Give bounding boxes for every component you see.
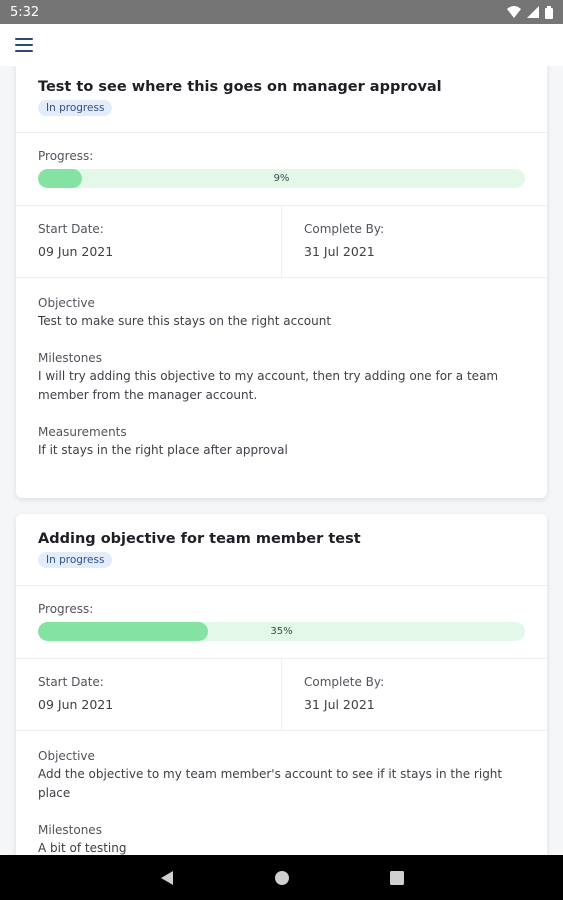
milestones-text: A bit of testing [38, 841, 127, 855]
measurements-block: Measurements If it stays in the right pl… [38, 423, 525, 460]
milestones-label: Milestones [38, 351, 102, 365]
dates-row: Start Date: 09 Jun 2021 Complete By: 31 … [16, 206, 547, 278]
objective-text: Add the objective to my team member's ac… [38, 767, 503, 800]
menu-line [15, 50, 33, 52]
complete-by-label: Complete By: [304, 675, 385, 689]
complete-by-cell: Complete By: 31 Jul 2021 [282, 206, 547, 277]
start-date-label: Start Date: [38, 222, 104, 236]
objective-details: Objective Add the objective to my team m… [16, 731, 547, 855]
card-header: Adding objective for team member test In… [16, 514, 547, 586]
hamburger-menu-icon[interactable] [15, 36, 37, 54]
progress-percent: 9% [273, 173, 290, 184]
milestones-block: Milestones A bit of testing [38, 821, 525, 855]
objective-details: Objective Test to make sure this stays o… [16, 278, 547, 498]
start-date-value: 09 Jun 2021 [38, 244, 114, 259]
milestones-block: Milestones I will try adding this object… [38, 349, 525, 405]
menu-line [15, 44, 33, 46]
objective-label: Objective [38, 296, 95, 310]
objective-title: Test to see where this goes on manager a… [38, 79, 442, 95]
objective-label: Objective [38, 749, 95, 763]
status-bar: 5:32 [0, 0, 563, 24]
measurements-label: Measurements [38, 425, 127, 439]
card-header: Test to see where this goes on manager a… [16, 66, 547, 133]
progress-label: Progress: [38, 602, 94, 616]
progress-percent: 35% [270, 626, 293, 637]
recents-square-icon[interactable] [389, 870, 404, 885]
progress-bar: 35% [38, 622, 525, 641]
start-date-cell: Start Date: 09 Jun 2021 [16, 206, 282, 277]
dates-row: Start Date: 09 Jun 2021 Complete By: 31 … [16, 659, 547, 731]
milestones-text: I will try adding this objective to my a… [38, 369, 499, 402]
battery-icon [545, 5, 553, 19]
status-icons [507, 5, 553, 19]
home-circle-icon[interactable] [274, 870, 290, 886]
start-date-cell: Start Date: 09 Jun 2021 [16, 659, 282, 730]
status-time: 5:32 [10, 4, 40, 20]
objectives-list[interactable]: Test to see where this goes on manager a… [0, 66, 563, 855]
objective-card: Adding objective for team member test In… [16, 514, 547, 855]
progress-section: Progress: 35% [16, 586, 547, 659]
complete-by-label: Complete By: [304, 222, 385, 236]
back-triangle-icon[interactable] [160, 870, 174, 886]
milestones-label: Milestones [38, 823, 102, 837]
complete-by-value: 31 Jul 2021 [304, 244, 375, 259]
complete-by-value: 31 Jul 2021 [304, 697, 375, 712]
status-badge: In progress [38, 552, 113, 568]
start-date-value: 09 Jun 2021 [38, 697, 114, 712]
menu-line [15, 38, 33, 40]
objective-text: Test to make sure this stays on the righ… [38, 314, 332, 328]
objective-title: Adding objective for team member test [38, 531, 361, 547]
app-bar [0, 24, 563, 66]
navigation-bar [0, 855, 563, 900]
measurements-text: If it stays in the right place after app… [38, 443, 288, 457]
cell-signal-icon [527, 6, 539, 18]
wifi-icon [507, 6, 521, 18]
complete-by-cell: Complete By: 31 Jul 2021 [282, 659, 547, 730]
progress-section: Progress: 9% [16, 133, 547, 206]
objective-block: Objective Test to make sure this stays o… [38, 294, 525, 331]
start-date-label: Start Date: [38, 675, 104, 689]
progress-label: Progress: [38, 149, 94, 163]
progress-bar: 9% [38, 169, 525, 188]
status-badge: In progress [38, 100, 113, 116]
objective-card: Test to see where this goes on manager a… [16, 66, 547, 498]
objective-block: Objective Add the objective to my team m… [38, 747, 525, 803]
